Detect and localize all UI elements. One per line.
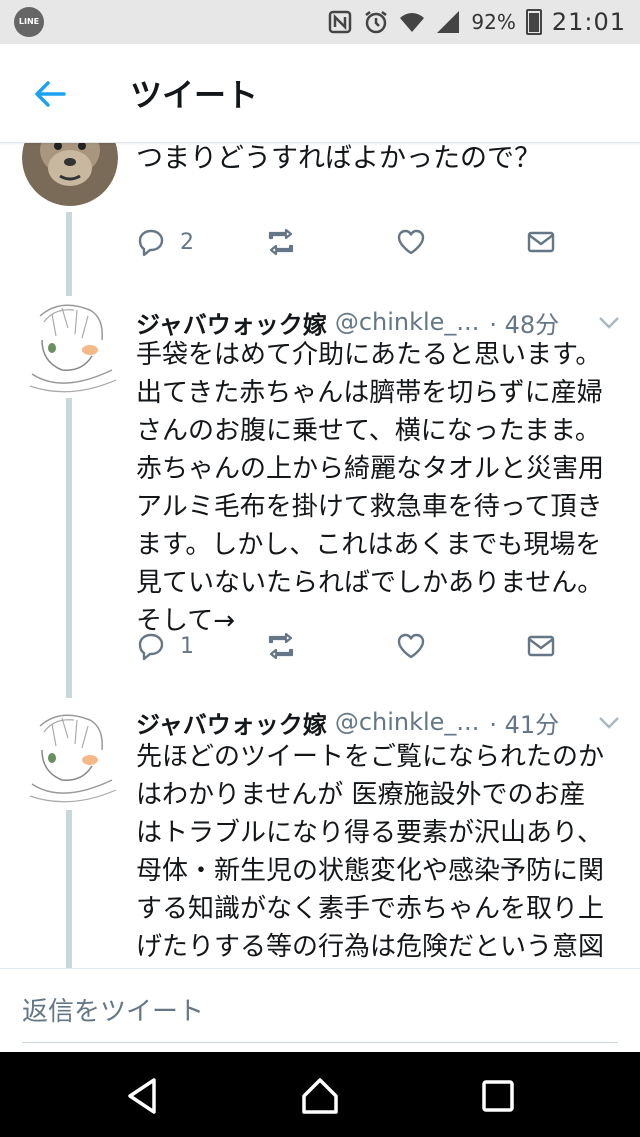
clock: 21:01 (551, 8, 626, 36)
avatar[interactable] (22, 296, 118, 396)
tweet-text: 手袋をはめて介助にあたると思います。 出てきた赤ちゃんは臍帯を切らずに産婦 さん… (136, 340, 605, 636)
retweet-icon (268, 632, 294, 660)
back-arrow-icon[interactable] (30, 74, 70, 114)
display-name[interactable]: ジャバウォック嫁 (136, 705, 327, 740)
avatar[interactable] (22, 142, 118, 206)
mail-icon (527, 635, 555, 657)
status-icons: 92% 21:01 (327, 8, 626, 36)
timestamp[interactable]: · 41分 (489, 705, 559, 740)
tweet-text: つまりどうすればよかったので？ (136, 143, 541, 174)
line-app-icon (14, 7, 44, 37)
retweet-button[interactable] (266, 222, 296, 262)
signal-icon (437, 11, 460, 33)
alarm-icon (365, 11, 388, 34)
chevron-down-icon[interactable] (596, 712, 622, 732)
chevron-down-icon[interactable] (596, 312, 622, 332)
like-button[interactable] (396, 626, 426, 666)
home-nav-icon[interactable] (298, 1074, 342, 1118)
like-button[interactable] (396, 222, 426, 262)
reply-icon (138, 633, 164, 661)
back-nav-icon[interactable] (120, 1074, 164, 1118)
reply-composer[interactable]: 返信をツイート (0, 968, 640, 1053)
display-name[interactable]: ジャバウォック嫁 (136, 305, 327, 340)
heart-icon (397, 633, 425, 659)
tweet-text: 先ほどのツイートをご覧になられたのか はわかりませんが 医療施設外でのお産 はト… (136, 742, 605, 962)
handle[interactable]: @chinkle_... (335, 308, 480, 336)
battery-icon (525, 9, 542, 35)
avatar[interactable] (22, 706, 118, 806)
handle[interactable]: @chinkle_... (335, 708, 480, 736)
nfc-icon (329, 10, 352, 34)
retweet-button[interactable] (266, 626, 296, 666)
tweet-actions: 1 (136, 626, 616, 666)
thread-connector (66, 810, 72, 968)
thread-connector (66, 212, 72, 300)
retweet-icon (268, 228, 294, 256)
thread-connector (66, 398, 72, 698)
reply-button[interactable]: 2 (136, 222, 194, 262)
timestamp[interactable]: · 48分 (489, 305, 559, 340)
reply-icon (138, 229, 164, 257)
tweet-actions: 2 (136, 222, 616, 262)
status-bar: 92% 21:01 (0, 0, 640, 44)
tweet-header: ジャバウォック嫁 @chinkle_... · 41分 (136, 702, 559, 742)
divider (22, 1042, 618, 1043)
heart-icon (397, 229, 425, 255)
reply-count: 1 (180, 633, 194, 659)
mail-icon (527, 231, 555, 253)
app-header: ツイート (0, 44, 640, 143)
reply-button[interactable]: 1 (136, 626, 194, 666)
page-title: ツイート (130, 76, 259, 114)
reply-input[interactable]: 返信をツイート (22, 991, 204, 1028)
wifi-icon (400, 13, 425, 33)
direct-message-button[interactable] (526, 222, 556, 262)
direct-message-button[interactable] (526, 626, 556, 666)
reply-count: 2 (180, 229, 194, 255)
battery-percent: 92% (471, 10, 516, 34)
recents-nav-icon[interactable] (476, 1074, 520, 1118)
system-nav-bar (0, 1052, 640, 1137)
tweet-thread[interactable]: つまりどうすればよかったので？ 2 ジャバウォック嫁 @chinkle_... … (0, 142, 640, 968)
